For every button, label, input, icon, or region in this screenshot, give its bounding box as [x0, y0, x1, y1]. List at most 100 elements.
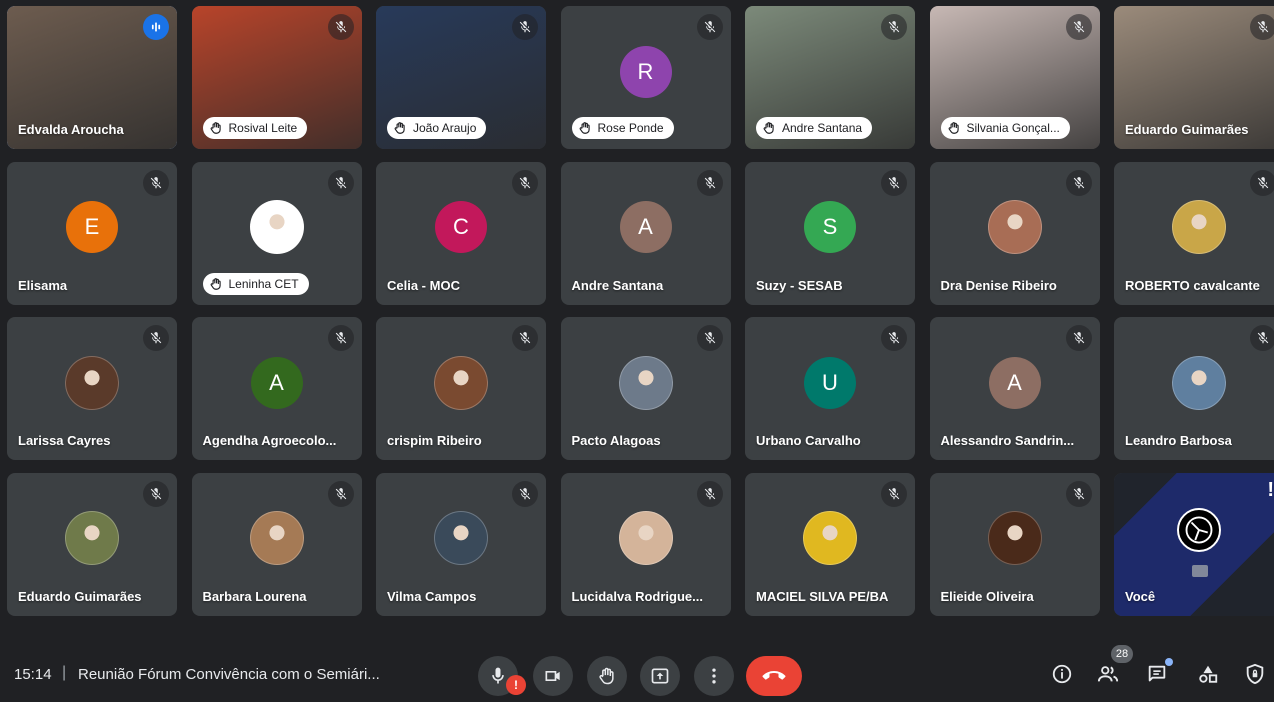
mic-off-icon: [150, 176, 162, 188]
participant-tile[interactable]: A Andre Santana: [560, 161, 731, 305]
avatar: [249, 511, 304, 566]
participant-tile[interactable]: Lucidalva Rodrigue...: [560, 472, 731, 616]
participant-tile[interactable]: Silvania Gonçal...: [929, 6, 1100, 149]
avatar-initial: S: [822, 214, 838, 240]
muted-indicator: [1065, 480, 1092, 507]
activities-button[interactable]: [1194, 660, 1222, 688]
participant-tile[interactable]: Eduardo Guimarães: [1114, 6, 1274, 149]
participant-name: Agendha Agroecolo...: [202, 433, 337, 448]
participant-name: Urbano Carvalho: [756, 433, 861, 448]
participant-name: Lucidalva Rodrigue...: [571, 588, 703, 604]
mic-off-icon: [1073, 332, 1084, 344]
meeting-title: Reunião Fórum Convivência com o Semiári.…: [78, 666, 380, 683]
participant-count-badge: 28: [1111, 645, 1133, 663]
participant-tile[interactable]: Elieide Oliveira: [929, 472, 1100, 616]
meeting-info-button[interactable]: [1048, 660, 1076, 688]
participant-tile[interactable]: Eduardo Guimarães: [7, 472, 177, 616]
participant-tile[interactable]: Andre Santana: [745, 6, 915, 149]
participant-tile[interactable]: S Suzy - SESAB: [745, 161, 915, 305]
participant-tile[interactable]: ROBERTO cavalcante: [1114, 161, 1274, 305]
participant-name: Você: [1125, 588, 1156, 604]
participant-tile[interactable]: Pacto Alagoas: [560, 317, 731, 460]
mic-off-icon: [335, 176, 346, 188]
participant-tile[interactable]: Leandro Barbosa: [1114, 317, 1274, 460]
avatar-initial: A: [638, 214, 653, 240]
avatar: [803, 511, 857, 566]
more-options-button[interactable]: [694, 656, 734, 696]
participant-tile[interactable]: ! Você: [1114, 472, 1274, 616]
participant-name: Andre Santana: [782, 121, 863, 135]
avatar: [434, 355, 488, 410]
avatar: [1177, 507, 1221, 552]
participant-tile[interactable]: R Rose Ponde: [560, 6, 731, 149]
participant-name: Vilma Campos: [387, 588, 477, 604]
chat-unread-dot: [1165, 658, 1173, 666]
avatar: [987, 200, 1042, 255]
muted-indicator: [881, 169, 907, 196]
participant-tile[interactable]: Rosival Leite: [191, 6, 362, 149]
participant-name: MACIEL SILVA PE/BA: [756, 588, 889, 604]
avatar-initial: A: [269, 369, 284, 395]
participant-name: Elisama: [18, 277, 68, 293]
participant-name: Suzy - SESAB: [756, 277, 843, 293]
participant-tile[interactable]: C Celia - MOC: [376, 161, 546, 305]
leave-call-button[interactable]: [746, 656, 802, 696]
participant-tile[interactable]: João Araujo: [376, 6, 546, 149]
participant-tile[interactable]: Dra Denise Ribeiro: [929, 161, 1100, 305]
participant-name: Leandro Barbosa: [1125, 433, 1232, 448]
participant-tile[interactable]: crispim Ribeiro: [376, 317, 546, 460]
chat-icon: [1148, 665, 1166, 682]
participant-tile[interactable]: E Elisama: [7, 161, 177, 305]
bottom-bar: 15:14 | Reunião Fórum Convivência com o …: [0, 618, 1274, 702]
muted-indicator: [696, 14, 723, 40]
participant-name: ROBERTO cavalcante: [1125, 277, 1260, 293]
muted-indicator: [1065, 325, 1092, 351]
avatar: U: [804, 356, 856, 409]
participant-tile[interactable]: Barbara Lourena: [191, 472, 362, 616]
participant-tile[interactable]: A Agendha Agroecolo...: [191, 317, 362, 460]
mic-off-icon: [1073, 487, 1084, 499]
mic-off-icon: [519, 176, 531, 188]
participant-name: Barbara Lourena: [202, 588, 307, 604]
avatar: [618, 511, 673, 566]
camera-button[interactable]: [533, 656, 573, 696]
muted-indicator: [512, 480, 538, 507]
muted-indicator: [512, 14, 538, 40]
muted-indicator: [696, 325, 723, 351]
participant-tile[interactable]: Larissa Cayres: [7, 317, 177, 460]
participant-tile[interactable]: MACIEL SILVA PE/BA: [745, 472, 915, 616]
raised-hand-icon: [763, 122, 774, 134]
mic-off-icon: [519, 21, 531, 33]
muted-indicator: [143, 325, 169, 351]
participant-tile[interactable]: U Urbano Carvalho: [745, 317, 915, 460]
participant-name: Larissa Cayres: [18, 433, 111, 448]
shield-lock-icon: [1246, 663, 1264, 685]
muted-indicator: [1250, 169, 1274, 196]
participant-name: Andre Santana: [571, 277, 664, 293]
raised-hand-chip: Rose Ponde: [571, 117, 674, 139]
raise-hand-button[interactable]: [587, 656, 627, 696]
mic-off-icon: [519, 487, 531, 499]
mic-off-icon: [1073, 21, 1084, 33]
mic-off-icon: [519, 332, 531, 344]
microphone-icon: [492, 667, 504, 684]
participant-tile[interactable]: A Alessandro Sandrin...: [929, 317, 1100, 460]
participant-tile[interactable]: Vilma Campos: [376, 472, 546, 616]
mic-off-icon: [335, 21, 346, 33]
avatar: [65, 511, 119, 566]
mic-off-icon: [704, 176, 715, 188]
avatar-initial: A: [1007, 369, 1022, 395]
participant-tile[interactable]: Edvalda Aroucha: [7, 6, 177, 149]
participant-tile[interactable]: Leninha CET: [191, 161, 362, 305]
muted-indicator: [1250, 14, 1274, 40]
people-button[interactable]: [1094, 660, 1122, 688]
avatar-initial: E: [84, 214, 100, 240]
muted-indicator: [696, 169, 723, 196]
muted-indicator: [696, 480, 723, 507]
muted-indicator: [327, 14, 354, 40]
muted-indicator: [881, 14, 907, 40]
host-controls-button[interactable]: [1241, 660, 1269, 688]
muted-indicator: [1065, 14, 1092, 40]
present-screen-button[interactable]: [640, 656, 680, 696]
participant-name: Elieide Oliveira: [940, 588, 1034, 604]
